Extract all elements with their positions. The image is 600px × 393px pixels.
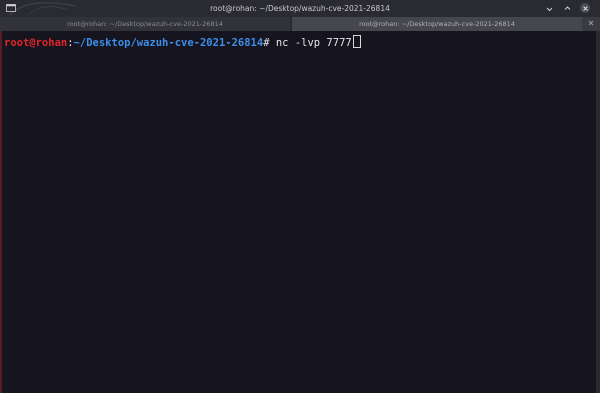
tab-2[interactable]: root@rohan: ~/Desktop/wazuh-cve-2021-268… [292, 17, 582, 31]
maximize-icon [564, 5, 570, 10]
window-title: root@rohan: ~/Desktop/wazuh-cve-2021-268… [210, 4, 390, 13]
terminal-area[interactable] [0, 31, 600, 393]
maximize-button[interactable] [562, 3, 572, 13]
close-button[interactable] [580, 3, 590, 13]
scrollbar[interactable] [596, 31, 600, 393]
close-icon [582, 5, 588, 11]
close-tab-icon [588, 20, 594, 26]
minimize-button[interactable] [544, 3, 554, 13]
text-cursor [352, 35, 361, 48]
title-bar[interactable]: root@rohan: ~/Desktop/wazuh-cve-2021-268… [0, 0, 600, 17]
tab-bar: root@rohan: ~/Desktop/wazuh-cve-2021-268… [0, 17, 600, 31]
prompt-line: root@rohan:~/Desktop/wazuh-cve-2021-2681… [4, 35, 361, 50]
command-text: nc -lvp 7777 [269, 37, 352, 49]
left-edge-accent [0, 31, 2, 393]
tab-1[interactable]: root@rohan: ~/Desktop/wazuh-cve-2021-268… [0, 17, 290, 31]
tab-close-button[interactable] [586, 17, 596, 31]
prompt-user: root@rohan [4, 37, 68, 49]
prompt-path: ~/Desktop/wazuh-cve-2021-26814 [73, 37, 264, 49]
terminal-window: root@rohan: ~/Desktop/wazuh-cve-2021-268… [0, 0, 600, 393]
minimize-icon [546, 7, 552, 11]
